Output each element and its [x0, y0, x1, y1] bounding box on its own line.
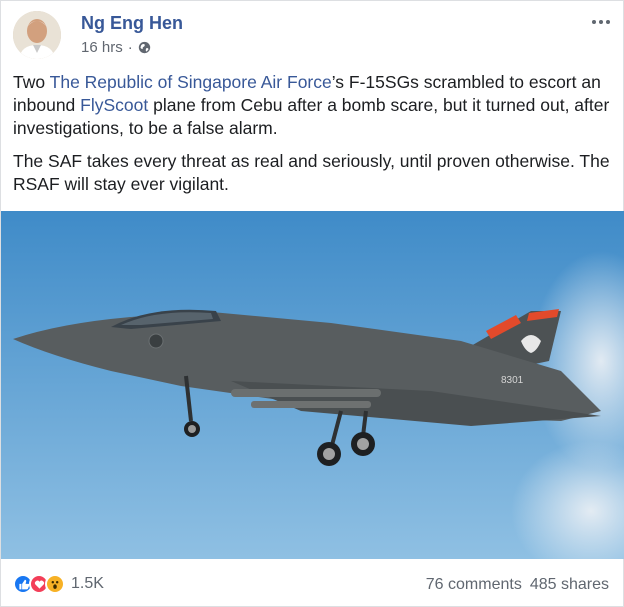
comments-count[interactable]: 76 comments	[426, 576, 522, 594]
tail-number: 8301	[501, 375, 524, 386]
shares-count[interactable]: 485 shares	[530, 576, 609, 594]
author-avatar[interactable]	[13, 11, 61, 59]
post-footer: 1.5K 76 comments 485 shares	[11, 571, 615, 601]
reaction-count: 1.5K	[71, 575, 104, 592]
meta-separator: ·	[127, 39, 133, 56]
post-header: Ng Eng Hen 16 hrs ·	[11, 11, 615, 61]
more-options-icon[interactable]	[589, 15, 613, 29]
wow-icon	[45, 574, 65, 594]
text-segment: Two	[13, 72, 50, 92]
globe-icon[interactable]	[138, 41, 151, 54]
engagement-stats: 76 comments 485 shares	[426, 576, 609, 594]
post-photo[interactable]: 8301	[1, 211, 624, 559]
flyscoot-page-link[interactable]: FlyScoot	[80, 95, 148, 115]
fighter-jet-photo: 8301	[1, 211, 624, 559]
post-paragraph-1: Two The Republic of Singapore Air Force’…	[13, 71, 613, 140]
post-timestamp[interactable]: 16 hrs	[81, 39, 123, 56]
avatar-photo	[13, 11, 61, 59]
author-name[interactable]: Ng Eng Hen	[81, 13, 183, 34]
reactions-summary[interactable]: 1.5K	[13, 574, 104, 594]
post-card: Ng Eng Hen 16 hrs · Two The Republic of …	[0, 0, 624, 607]
post-meta: 16 hrs ·	[81, 39, 151, 56]
raf-page-link[interactable]: The Republic of Singapore Air Force	[50, 72, 332, 92]
post-text: Two The Republic of Singapore Air Force’…	[13, 71, 613, 206]
post-paragraph-2: The SAF takes every threat as real and s…	[13, 151, 610, 194]
